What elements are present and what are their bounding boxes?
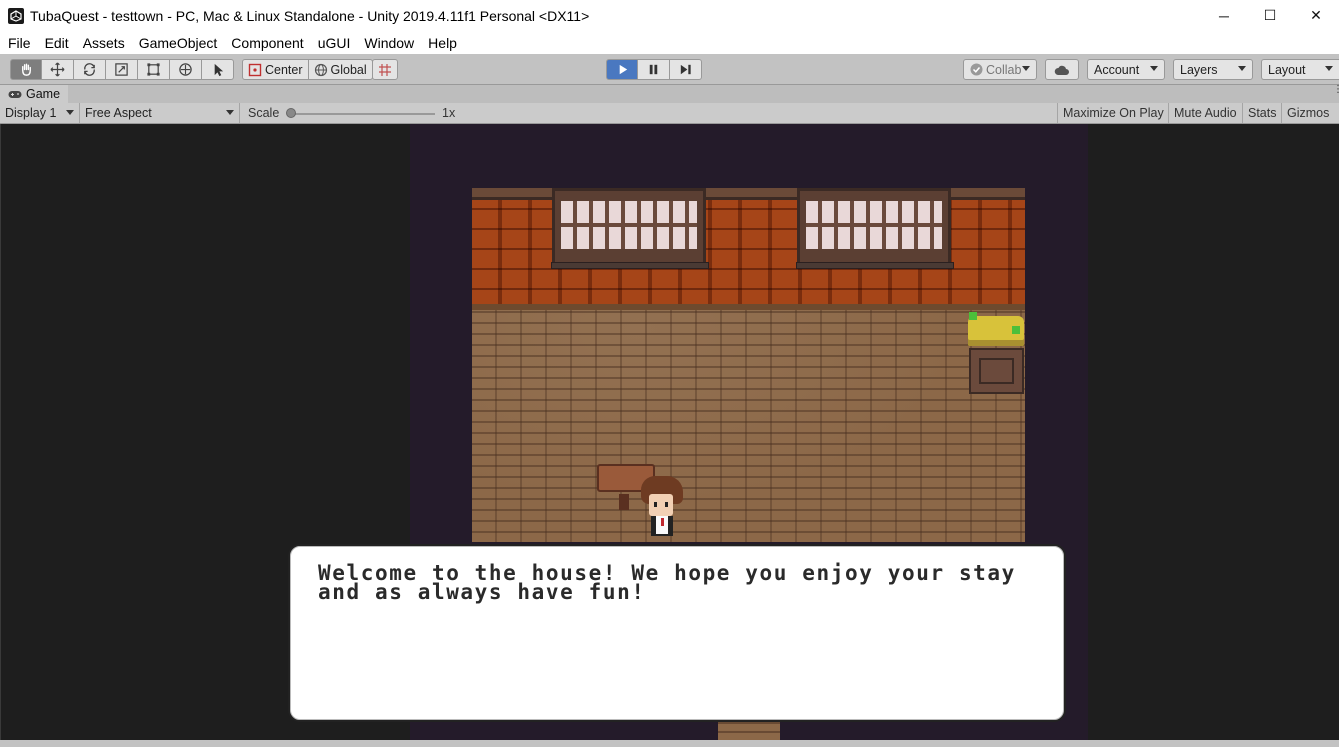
- aspect-label: Free Aspect: [85, 106, 152, 120]
- main-toolbar: Center Global Collab Account Layers Layo…: [0, 54, 1339, 85]
- custom-tool-button[interactable]: [202, 59, 234, 80]
- scale-label: Scale: [248, 106, 280, 120]
- layout-label: Layout: [1268, 62, 1306, 77]
- tab-game-label: Game: [26, 87, 61, 101]
- cursor-icon: [214, 63, 224, 77]
- transform-tools: [10, 59, 234, 80]
- rect-transform-icon: [147, 63, 160, 76]
- rotate-tool-button[interactable]: [74, 59, 106, 80]
- game-view[interactable]: Welcome to the house! We hope you enjoy …: [0, 124, 1339, 740]
- snap-group: [372, 59, 398, 80]
- rotate-icon: [84, 63, 95, 76]
- scale-slider-track[interactable]: [289, 113, 435, 115]
- hand-icon: [21, 63, 31, 76]
- display-label: Display 1: [5, 106, 57, 120]
- grid-snap-button[interactable]: [372, 59, 398, 80]
- game-controller-icon: [8, 90, 22, 98]
- rect-tool-button[interactable]: [138, 59, 170, 80]
- account-label: Account: [1094, 62, 1140, 77]
- chevron-down-icon: [1238, 66, 1246, 71]
- title-bar: TubaQuest - testtown - PC, Mac & Linux S…: [0, 0, 1339, 31]
- tab-game[interactable]: Game: [0, 85, 68, 103]
- gizmos-toggle[interactable]: Gizmos: [1281, 103, 1334, 123]
- minimize-button[interactable]: ─: [1201, 0, 1247, 31]
- menu-ugui[interactable]: uGUI: [318, 35, 351, 51]
- menu-window[interactable]: Window: [364, 35, 414, 51]
- chevron-down-icon: [1150, 66, 1158, 71]
- menu-file[interactable]: File: [8, 35, 31, 51]
- pivot-toggles: Center Global: [242, 59, 373, 80]
- collab-check-icon: [970, 63, 983, 76]
- unity-logo-icon: [8, 7, 24, 24]
- aspect-dropdown[interactable]: Free Aspect: [80, 103, 240, 123]
- play-controls: [606, 59, 702, 80]
- pivot-mode-button[interactable]: Center: [242, 59, 309, 80]
- menu-bar: File Edit Assets GameObject Component uG…: [0, 31, 1339, 54]
- mute-audio-toggle[interactable]: Mute Audio: [1168, 103, 1242, 123]
- move-tool-button[interactable]: [42, 59, 74, 80]
- chevron-down-icon: [1022, 66, 1030, 71]
- move-icon: [50, 62, 65, 77]
- maximize-button[interactable]: ☐: [1247, 0, 1293, 31]
- menu-help[interactable]: Help: [428, 35, 457, 51]
- more-options-icon[interactable]: ⋮: [1333, 85, 1339, 100]
- scale-value: 1x: [442, 106, 456, 120]
- scale-tool-button[interactable]: [106, 59, 138, 80]
- display-dropdown[interactable]: Display 1: [0, 103, 80, 123]
- table-leg: [619, 494, 629, 510]
- maximize-on-play-toggle[interactable]: Maximize On Play: [1057, 103, 1169, 123]
- wall-baseboard: [472, 304, 1025, 310]
- window-title: TubaQuest - testtown - PC, Mac & Linux S…: [30, 7, 590, 24]
- wooden-crate: [969, 348, 1024, 394]
- scale-icon: [115, 63, 128, 76]
- dialog-box[interactable]: Welcome to the house! We hope you enjoy …: [288, 544, 1066, 722]
- chevron-down-icon: [226, 110, 234, 115]
- pause-icon: [649, 64, 658, 75]
- menu-gameobject[interactable]: GameObject: [139, 35, 218, 51]
- game-view-toolbar: Display 1 Free Aspect Scale 1x Maximize …: [0, 103, 1339, 124]
- pivot-center-icon: [248, 63, 262, 76]
- combined-transform-icon: [179, 63, 192, 76]
- wall-window-right: [796, 188, 954, 269]
- pivot-rotation-label: Global: [330, 62, 367, 77]
- cloud-icon: [1054, 65, 1069, 75]
- hand-tool-button[interactable]: [10, 59, 42, 80]
- wall-window-left: [551, 188, 709, 269]
- status-bar: [0, 740, 1339, 747]
- collab-dropdown[interactable]: Collab: [963, 59, 1037, 80]
- layers-label: Layers: [1180, 62, 1218, 77]
- player-character: [637, 476, 687, 542]
- globe-icon: [314, 63, 327, 76]
- transform-tool-button[interactable]: [170, 59, 202, 80]
- chevron-down-icon: [66, 110, 74, 115]
- stats-toggle[interactable]: Stats: [1242, 103, 1282, 123]
- tab-bar: Game ⋮: [0, 85, 1339, 103]
- scale-slider-handle[interactable]: [286, 108, 296, 118]
- close-button[interactable]: ✕: [1293, 0, 1339, 31]
- cloud-button[interactable]: [1045, 59, 1079, 80]
- pivot-mode-label: Center: [265, 62, 303, 77]
- doorway-floor: [718, 722, 780, 740]
- play-button[interactable]: [606, 59, 638, 80]
- chevron-down-icon: [1325, 66, 1333, 71]
- pivot-rotation-button[interactable]: Global: [308, 59, 373, 80]
- layout-dropdown[interactable]: Layout: [1261, 59, 1339, 80]
- play-icon: [619, 64, 627, 75]
- step-icon: [680, 64, 691, 75]
- menu-edit[interactable]: Edit: [45, 35, 69, 51]
- house-room: [472, 188, 1025, 542]
- step-button[interactable]: [670, 59, 702, 80]
- menu-assets[interactable]: Assets: [83, 35, 125, 51]
- dialog-text: Welcome to the house! We hope you enjoy …: [318, 561, 1016, 604]
- collab-label: Collab: [986, 62, 1022, 77]
- pause-button[interactable]: [638, 59, 670, 80]
- menu-component[interactable]: Component: [231, 35, 303, 51]
- account-dropdown[interactable]: Account: [1087, 59, 1165, 80]
- grid-snap-icon: [379, 63, 391, 76]
- layers-dropdown[interactable]: Layers: [1173, 59, 1253, 80]
